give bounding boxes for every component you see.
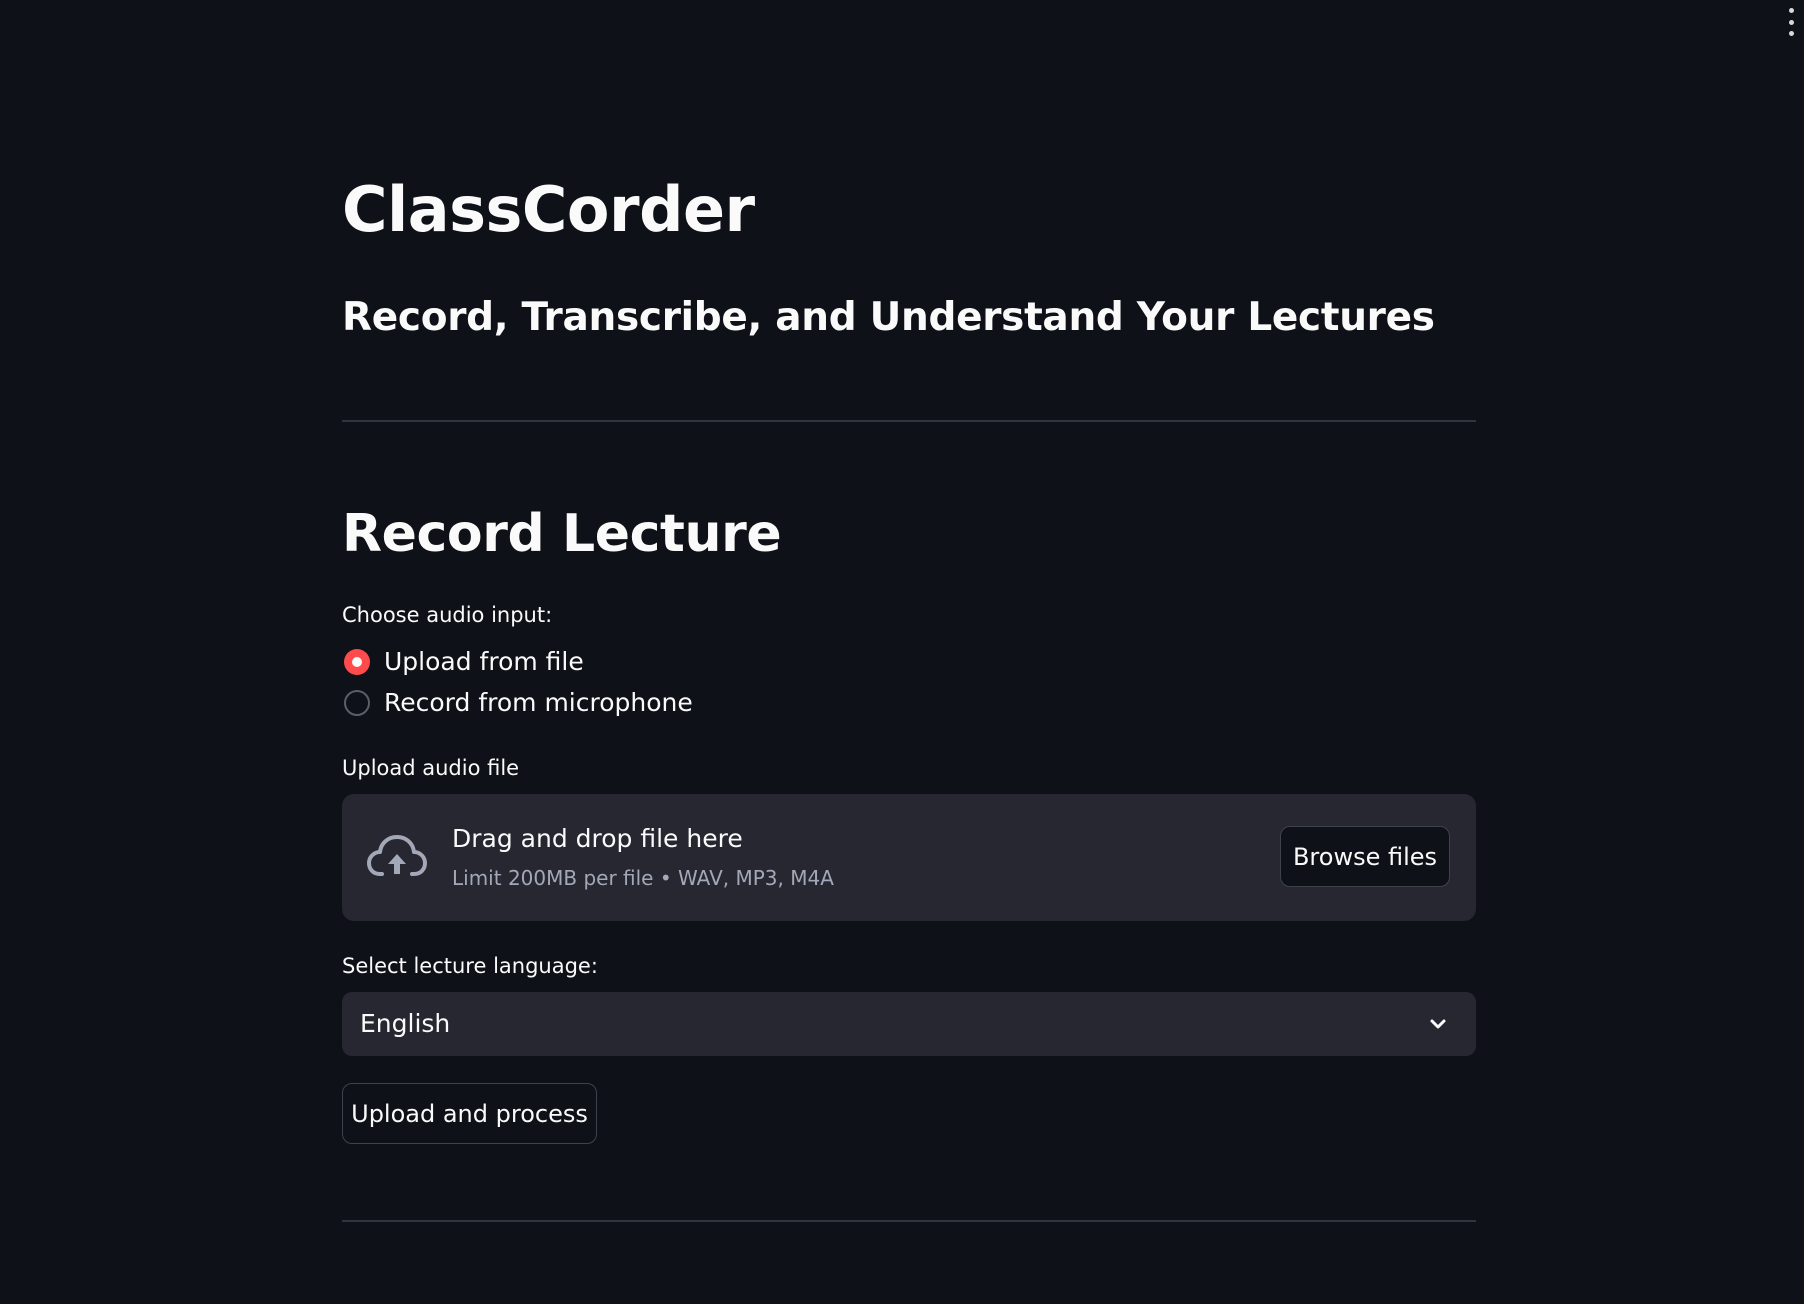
radio-record-from-microphone[interactable]: Record from microphone [344,685,693,721]
divider-top [342,420,1476,422]
chevron-down-icon [1430,1019,1446,1029]
radio-label: Upload from file [384,647,584,676]
divider-bottom [342,1220,1476,1222]
cloud-upload-icon [367,835,427,876]
language-label: Select lecture language: [342,954,598,978]
dropzone-limits: Limit 200MB per file • WAV, MP3, M4A [452,866,834,890]
upload-and-process-button[interactable]: Upload and process [342,1083,597,1144]
main-menu-button[interactable] [1786,8,1796,36]
section-title: Record Lecture [342,504,782,564]
app-subtitle: Record, Transcribe, and Understand Your … [342,295,1435,340]
upload-audio-label: Upload audio file [342,756,520,780]
menu-dot [1788,31,1794,36]
file-dropzone[interactable]: Drag and drop file here Limit 200MB per … [342,794,1476,921]
menu-dot [1788,8,1794,13]
audio-input-label: Choose audio input: [342,603,553,627]
radio-label: Record from microphone [384,688,693,717]
dropzone-instructions: Drag and drop file here [452,824,743,853]
browse-files-button[interactable]: Browse files [1280,826,1450,887]
app-title: ClassCorder [342,173,755,246]
radio-unchecked-indicator [344,690,370,716]
language-select[interactable]: English [342,992,1476,1056]
menu-dot [1788,19,1794,25]
language-select-value: English [360,1009,451,1038]
radio-upload-from-file[interactable]: Upload from file [344,644,584,680]
radio-checked-indicator [344,649,370,675]
